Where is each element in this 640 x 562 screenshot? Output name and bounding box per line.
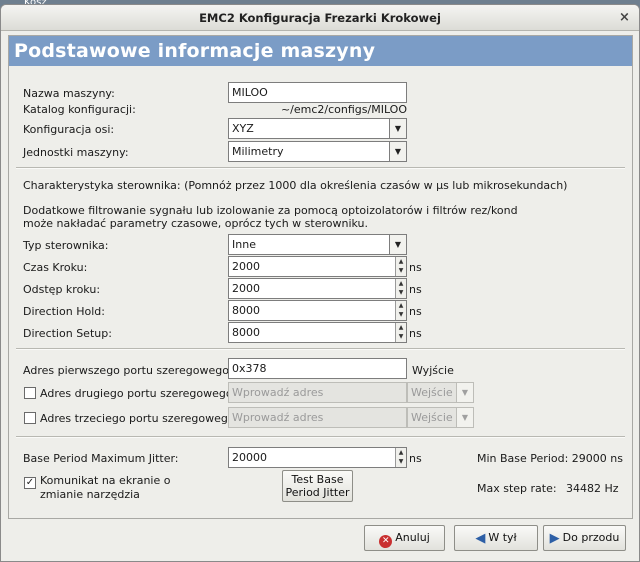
separator [16, 348, 625, 350]
title-bar[interactable]: EMC2 Konfiguracja Frezarki Krokowej × [1, 5, 639, 31]
machine-units-select[interactable]: Milimetry ▼ [228, 141, 407, 162]
driver-note-line2: może nakładać parametry czasowe, oprócz … [23, 217, 369, 230]
chevron-down-icon[interactable]: ▼ [456, 408, 473, 427]
config-dir-label: Katalog konfiguracji: [23, 103, 136, 116]
max-step-label: Max step rate: [477, 482, 557, 495]
checkmark-icon: ✓ [25, 477, 35, 488]
cancel-button[interactable]: ✕ Anuluj [364, 525, 445, 551]
step-space-unit: ns [409, 283, 422, 296]
spin-down-icon[interactable]: ▼ [396, 310, 406, 319]
arrow-right-icon: ▶ [549, 531, 560, 546]
spin-buttons[interactable]: ▲ ▼ [395, 279, 406, 298]
jitter-value: 20000 [232, 451, 267, 464]
chevron-down-icon[interactable]: ▼ [389, 142, 406, 161]
driver-type-label: Typ sterownika: [23, 239, 109, 252]
test-jitter-button-line1: Test Base [291, 473, 344, 486]
spin-down-icon[interactable]: ▼ [396, 288, 406, 297]
driver-type-select[interactable]: Inne ▼ [228, 234, 407, 255]
direction-hold-input[interactable]: 8000 ▲ ▼ [228, 300, 407, 321]
second-port-label: Adres drugiego portu szeregowego: [40, 387, 237, 400]
test-jitter-button-line2: Period Jitter [285, 486, 350, 499]
first-port-input[interactable]: 0x378 [228, 358, 407, 379]
axis-config-value: XYZ [232, 122, 254, 135]
step-space-input[interactable]: 2000 ▲ ▼ [228, 278, 407, 299]
direction-setup-input[interactable]: 8000 ▲ ▼ [228, 322, 407, 343]
driver-characteristics-text: Charakterystyka sterownika: (Pomnóż prze… [23, 179, 568, 192]
chevron-down-icon[interactable]: ▼ [389, 235, 406, 254]
third-port-direction-value: Wejście [411, 411, 453, 424]
direction-setup-value: 8000 [232, 326, 260, 339]
forward-button[interactable]: ▶ Do przodu [543, 525, 626, 551]
forward-button-label: Do przodu [562, 531, 620, 544]
machine-units-label: Jednostki maszyny: [23, 146, 129, 159]
step-space-label: Odstęp kroku: [23, 283, 101, 296]
axis-config-select[interactable]: XYZ ▼ [228, 118, 407, 139]
separator [16, 167, 625, 169]
third-port-checkbox[interactable] [24, 412, 36, 424]
driver-type-value: Inne [232, 238, 256, 251]
spin-up-icon[interactable]: ▲ [396, 301, 406, 310]
config-dir-value: ~/emc2/configs/MILOO [280, 103, 407, 116]
max-step-value: 34482 Hz [566, 482, 619, 495]
second-port-direction-select[interactable]: Wejście ▼ [407, 382, 474, 403]
chevron-down-icon[interactable]: ▼ [389, 119, 406, 138]
toolchange-label-line2: zmianie narzędzia [40, 488, 140, 501]
direction-setup-label: Direction Setup: [23, 327, 112, 340]
toolchange-checkbox[interactable]: ✓ [24, 477, 36, 489]
cancel-button-label: Anuluj [395, 531, 430, 544]
step-space-value: 2000 [232, 282, 260, 295]
spin-up-icon[interactable]: ▲ [396, 323, 406, 332]
chevron-down-icon[interactable]: ▼ [456, 383, 473, 402]
spin-buttons[interactable]: ▲ ▼ [395, 323, 406, 342]
direction-hold-label: Direction Hold: [23, 305, 105, 318]
spin-buttons[interactable]: ▲ ▼ [395, 301, 406, 320]
third-port-label: Adres trzeciego portu szeregowego: [40, 412, 239, 425]
third-port-input[interactable]: Wprowadź adres [228, 407, 407, 428]
spin-up-icon[interactable]: ▲ [396, 448, 406, 457]
jitter-input[interactable]: 20000 ▲ ▼ [228, 447, 407, 468]
third-port-direction-select[interactable]: Wejście ▼ [407, 407, 474, 428]
separator [16, 436, 625, 438]
spin-buttons[interactable]: ▲ ▼ [395, 257, 406, 276]
first-port-direction: Wyjście [412, 364, 454, 377]
wizard-window: EMC2 Konfiguracja Frezarki Krokowej × Po… [0, 4, 640, 562]
toolchange-label-line1: Komunikat na ekranie o [40, 474, 171, 487]
page-content: Podstawowe informacje maszyny Nazwa masz… [8, 35, 633, 519]
second-port-direction-value: Wejście [411, 386, 453, 399]
second-port-checkbox[interactable] [24, 387, 36, 399]
arrow-left-icon: ◀ [475, 531, 486, 546]
window-title: EMC2 Konfiguracja Frezarki Krokowej [199, 11, 441, 25]
test-jitter-button[interactable]: Test Base Period Jitter [282, 470, 353, 502]
spin-up-icon[interactable]: ▲ [396, 257, 406, 266]
machine-name-label: Nazwa maszyny: [23, 87, 115, 100]
spin-buttons[interactable]: ▲ ▼ [395, 448, 406, 467]
step-time-unit: ns [409, 261, 422, 274]
spin-up-icon[interactable]: ▲ [396, 279, 406, 288]
step-time-value: 2000 [232, 260, 260, 273]
direction-hold-value: 8000 [232, 304, 260, 317]
spin-down-icon[interactable]: ▼ [396, 332, 406, 341]
driver-note-line1: Dodatkowe filtrowanie sygnału lub izolow… [23, 204, 518, 217]
spin-down-icon[interactable]: ▼ [396, 457, 406, 466]
jitter-unit: ns [409, 452, 422, 465]
jitter-label: Base Period Maximum Jitter: [23, 452, 179, 465]
first-port-label: Adres pierwszego portu szeregowego: [23, 364, 233, 377]
axis-config-label: Konfiguracja osi: [23, 123, 115, 136]
step-time-label: Czas Kroku: [23, 261, 88, 274]
min-base-period: Min Base Period: 29000 ns [477, 452, 623, 465]
direction-hold-unit: ns [409, 305, 422, 318]
machine-units-value: Milimetry [232, 145, 284, 158]
step-time-input[interactable]: 2000 ▲ ▼ [228, 256, 407, 277]
page-title: Podstawowe informacje maszyny [9, 36, 632, 66]
close-icon[interactable]: × [618, 11, 631, 25]
spin-down-icon[interactable]: ▼ [396, 266, 406, 275]
machine-name-input[interactable]: MILOO [228, 82, 407, 103]
back-button[interactable]: ◀ W tył [454, 525, 538, 551]
direction-setup-unit: ns [409, 327, 422, 340]
cancel-icon: ✕ [379, 535, 393, 548]
back-button-label: W tył [488, 531, 517, 544]
second-port-input[interactable]: Wprowadź adres [228, 382, 407, 403]
